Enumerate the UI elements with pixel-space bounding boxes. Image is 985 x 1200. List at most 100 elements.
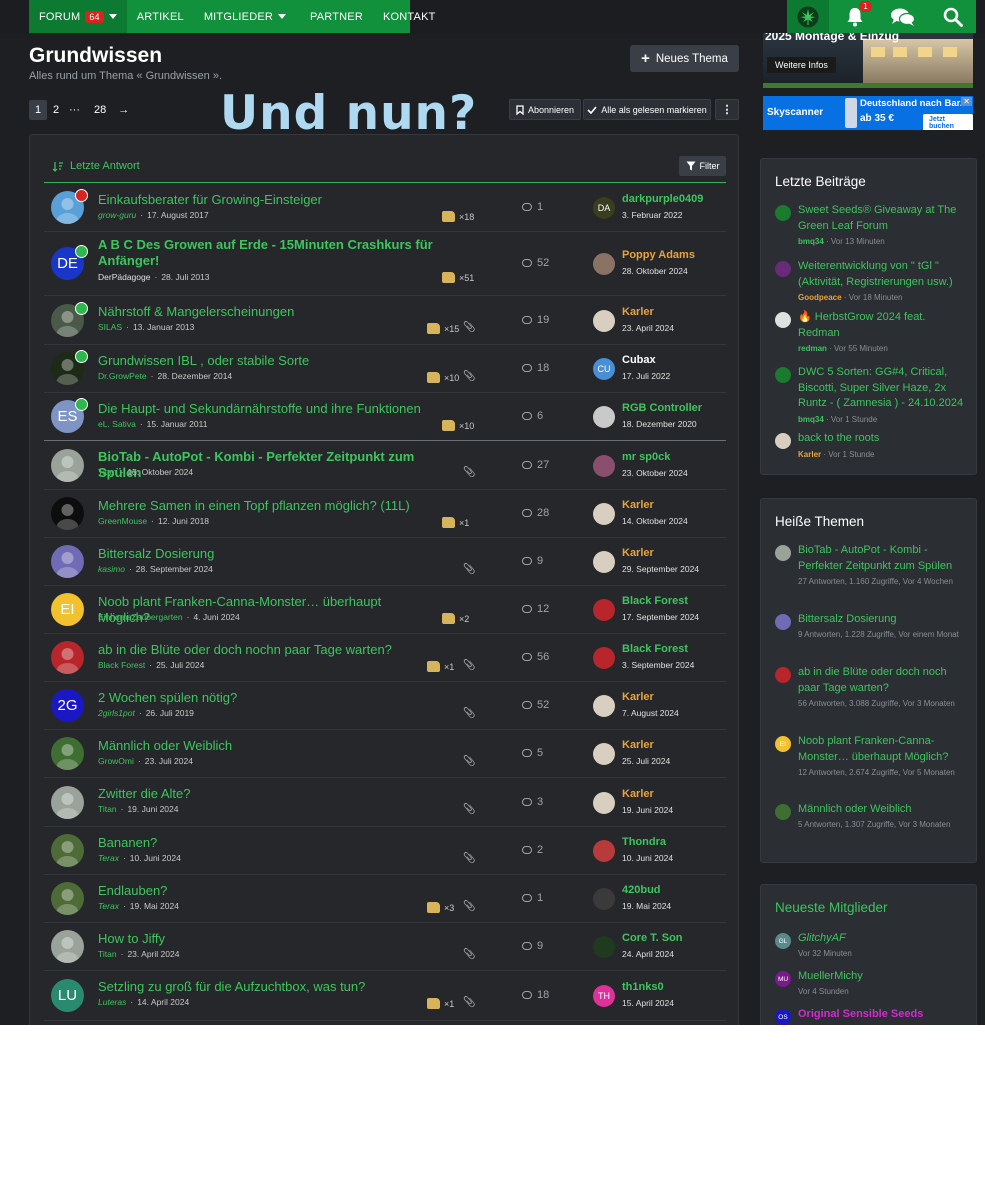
thread-title[interactable]: Setzling zu groß für die Aufzuchtbox, wa… (98, 979, 433, 995)
thread-title[interactable]: A B C Des Growen auf Erde - 15Minuten Cr… (98, 237, 433, 269)
thread-start-date[interactable]: 13. Januar 2013 (133, 322, 194, 332)
last-poster-name[interactable]: Karler (622, 691, 654, 703)
thread-row[interactable]: Bittersalz Dosierung kasimo · 28. September… (44, 538, 726, 586)
last-poster-avatar[interactable] (593, 888, 615, 910)
thread-start-date[interactable]: 15. Oktober 2024 (127, 467, 193, 477)
last-post-date[interactable]: 10. Juni 2024 (622, 853, 673, 863)
last-post-date[interactable]: 17. September 2024 (622, 612, 699, 622)
thread-row[interactable]: LU Setzling zu groß für die Aufzuchtbox, … (44, 971, 726, 1021)
latest-post-title[interactable]: Weiterentwicklung von " tGl " (Aktivität… (798, 259, 966, 290)
thread-author[interactable]: Luteras (98, 997, 126, 1007)
thread-title[interactable]: Nährstoff & Mangelerscheinungen (98, 304, 433, 320)
skyscanner-ad[interactable]: Skyscanner Deutschland nach Bar... ab 35… (763, 96, 973, 130)
last-poster-name[interactable]: Cubax (622, 354, 656, 366)
thread-row[interactable]: ab in die Blüte oder doch nochn paar Tag… (44, 634, 726, 682)
latest-post-title[interactable]: Sweet Seeds® Giveaway at The Green Leaf … (798, 203, 966, 234)
last-poster-name[interactable]: Poppy Adams (622, 249, 695, 261)
thread-row[interactable]: How to Jiffy Titan · 23. April 2024 📎 9 Core T… (44, 923, 726, 971)
hot-topic-item[interactable]: ab in die Blüte oder doch noch paar Tage… (775, 665, 965, 725)
thread-title[interactable]: Bittersalz Dosierung (98, 546, 433, 562)
hot-topic-title[interactable]: Männlich oder Weiblich (798, 802, 966, 818)
conversations-button[interactable] (884, 0, 922, 33)
latest-post-item[interactable]: back to the roots Karler · Vor 1 Stunde (775, 431, 965, 474)
hot-topic-item[interactable]: Bittersalz Dosierung 9 Antworten, 1.228 Z… (775, 612, 965, 672)
search-button[interactable] (934, 0, 972, 33)
last-poster-avatar[interactable] (593, 840, 615, 862)
thread-author[interactable]: DerPädagoge (98, 272, 150, 282)
last-poster-avatar[interactable] (593, 647, 615, 669)
last-post-date[interactable]: 17. Juli 2022 (622, 371, 670, 381)
thread-row[interactable]: Zwitter die Alte? Titan · 19. Juni 2024 📎 3 Ka… (44, 778, 726, 827)
last-poster-avatar[interactable] (593, 551, 615, 573)
ad-more-info-button[interactable]: Weitere Infos (767, 57, 836, 73)
author-avatar[interactable] (51, 737, 84, 770)
last-poster-avatar[interactable]: TH (593, 985, 615, 1007)
last-poster-name[interactable]: Black Forest (622, 643, 688, 655)
thread-author[interactable]: eL. Sativa (98, 419, 136, 429)
member-item[interactable]: MU MuellerMichy Vor 4 Stunden (775, 969, 965, 1003)
member-item[interactable]: GL GlitchyAF Vor 32 Minuten (775, 931, 965, 965)
thread-row[interactable]: Nährstoff & Mangelerscheinungen SILAS · 13.… (44, 296, 726, 345)
hot-topic-title[interactable]: BioTab - AutoPot - Kombi - Perfekter Zei… (798, 543, 966, 574)
thread-start-date[interactable]: 17. August 2017 (147, 210, 208, 220)
hot-topic-title[interactable]: Bittersalz Dosierung (798, 612, 966, 628)
thread-start-date[interactable]: 12. Juni 2018 (158, 516, 209, 526)
author-avatar[interactable]: LU (51, 979, 84, 1012)
thread-start-date[interactable]: 26. Juli 2019 (146, 708, 194, 718)
thread-row[interactable]: 2G 2 Wochen spülen nötig? 2girls1pot · 26. J… (44, 682, 726, 730)
thread-row[interactable]: Einkaufsberater für Growing-Einsteiger gr… (44, 184, 726, 232)
last-poster-name[interactable]: RGB Controller (622, 402, 702, 414)
filter-button[interactable]: Filter (679, 156, 726, 176)
thread-title[interactable]: How to Jiffy (98, 931, 433, 947)
thread-title[interactable]: ab in die Blüte oder doch nochn paar Tag… (98, 642, 433, 658)
last-post-date[interactable]: 19. Juni 2024 (622, 805, 673, 815)
author-avatar[interactable] (51, 449, 84, 482)
poster-name[interactable]: Goodpeace (798, 293, 842, 302)
advertisement-banner[interactable]: 2025 Montage & Einzug Weitere Infos (763, 33, 973, 88)
sort-by-last-reply[interactable]: Letzte Antwort (52, 160, 140, 172)
next-page-arrow-icon[interactable]: → (114, 100, 133, 120)
last-poster-avatar[interactable] (593, 253, 615, 275)
nav-item-kontakt[interactable]: KONTAKT (373, 0, 446, 33)
page-link-last[interactable]: 28 (90, 100, 110, 120)
thread-row[interactable]: Endlauben? Terax · 19. Mai 2024 📎 ×3 1 420bud 19… (44, 875, 726, 923)
thread-title[interactable]: Grundwissen IBL , oder stabile Sorte (98, 353, 433, 369)
thread-row[interactable]: BioTab - AutoPot - Kombi - Perfekter Zei… (44, 441, 726, 490)
last-poster-avatar[interactable] (593, 936, 615, 958)
thread-start-date[interactable]: 10. Juni 2024 (130, 853, 181, 863)
more-options-button[interactable]: ⋮ (715, 99, 739, 120)
thread-row[interactable]: Männlich oder Weiblich GrowOmi · 23. Juli 2… (44, 730, 726, 778)
thread-start-date[interactable]: 23. Juli 2024 (145, 756, 193, 766)
thread-author[interactable]: Terax (98, 901, 119, 911)
thread-row[interactable]: EI Noob plant Franken-Canna-Monster… über… (44, 586, 726, 634)
thread-title[interactable]: 2 Wochen spülen nötig? (98, 690, 433, 706)
nav-item-artikel[interactable]: ARTIKEL (127, 0, 194, 33)
member-item[interactable]: OS Original Sensible Seeds (775, 1007, 965, 1025)
thread-author[interactable]: EinhornsZaubergarten (98, 612, 183, 622)
thread-author[interactable]: grow-guru (98, 210, 136, 220)
last-poster-name[interactable]: Karler (622, 739, 654, 751)
member-name[interactable]: MuellerMichy (798, 969, 966, 985)
member-name[interactable]: GlitchyAF (798, 931, 966, 947)
thread-start-date[interactable]: 19. Mai 2024 (130, 901, 179, 911)
last-post-date[interactable]: 15. April 2024 (622, 998, 674, 1008)
thread-title[interactable]: Endlauben? (98, 883, 433, 899)
thread-title[interactable]: Die Haupt- und Sekundärnährstoffe und ih… (98, 401, 433, 417)
hot-topic-item[interactable]: BioTab - AutoPot - Kombi - Perfekter Zei… (775, 543, 965, 603)
last-poster-avatar[interactable] (593, 455, 615, 477)
thread-start-date[interactable]: 25. Juli 2024 (156, 660, 204, 670)
latest-post-item[interactable]: Weiterentwicklung von " tGl " (Aktivität… (775, 259, 965, 309)
thread-author[interactable]: Black Forest (98, 660, 145, 670)
last-post-date[interactable]: 28. Oktober 2024 (622, 266, 688, 276)
account-button[interactable] (787, 0, 829, 33)
last-post-date[interactable]: 14. Oktober 2024 (622, 516, 688, 526)
thread-start-date[interactable]: 23. April 2024 (127, 949, 179, 959)
poster-name[interactable]: Karler (798, 450, 821, 459)
last-post-date[interactable]: 7. August 2024 (622, 708, 679, 718)
last-post-date[interactable]: 25. Juli 2024 (622, 756, 670, 766)
thread-start-date[interactable]: 14. April 2024 (137, 997, 189, 1007)
poster-name[interactable]: redman (798, 344, 827, 353)
thread-title[interactable]: Mehrere Samen in einen Topf pflanzen mög… (98, 498, 433, 514)
thread-author[interactable]: Titan (98, 467, 117, 477)
last-poster-avatar[interactable]: DA (593, 197, 615, 219)
